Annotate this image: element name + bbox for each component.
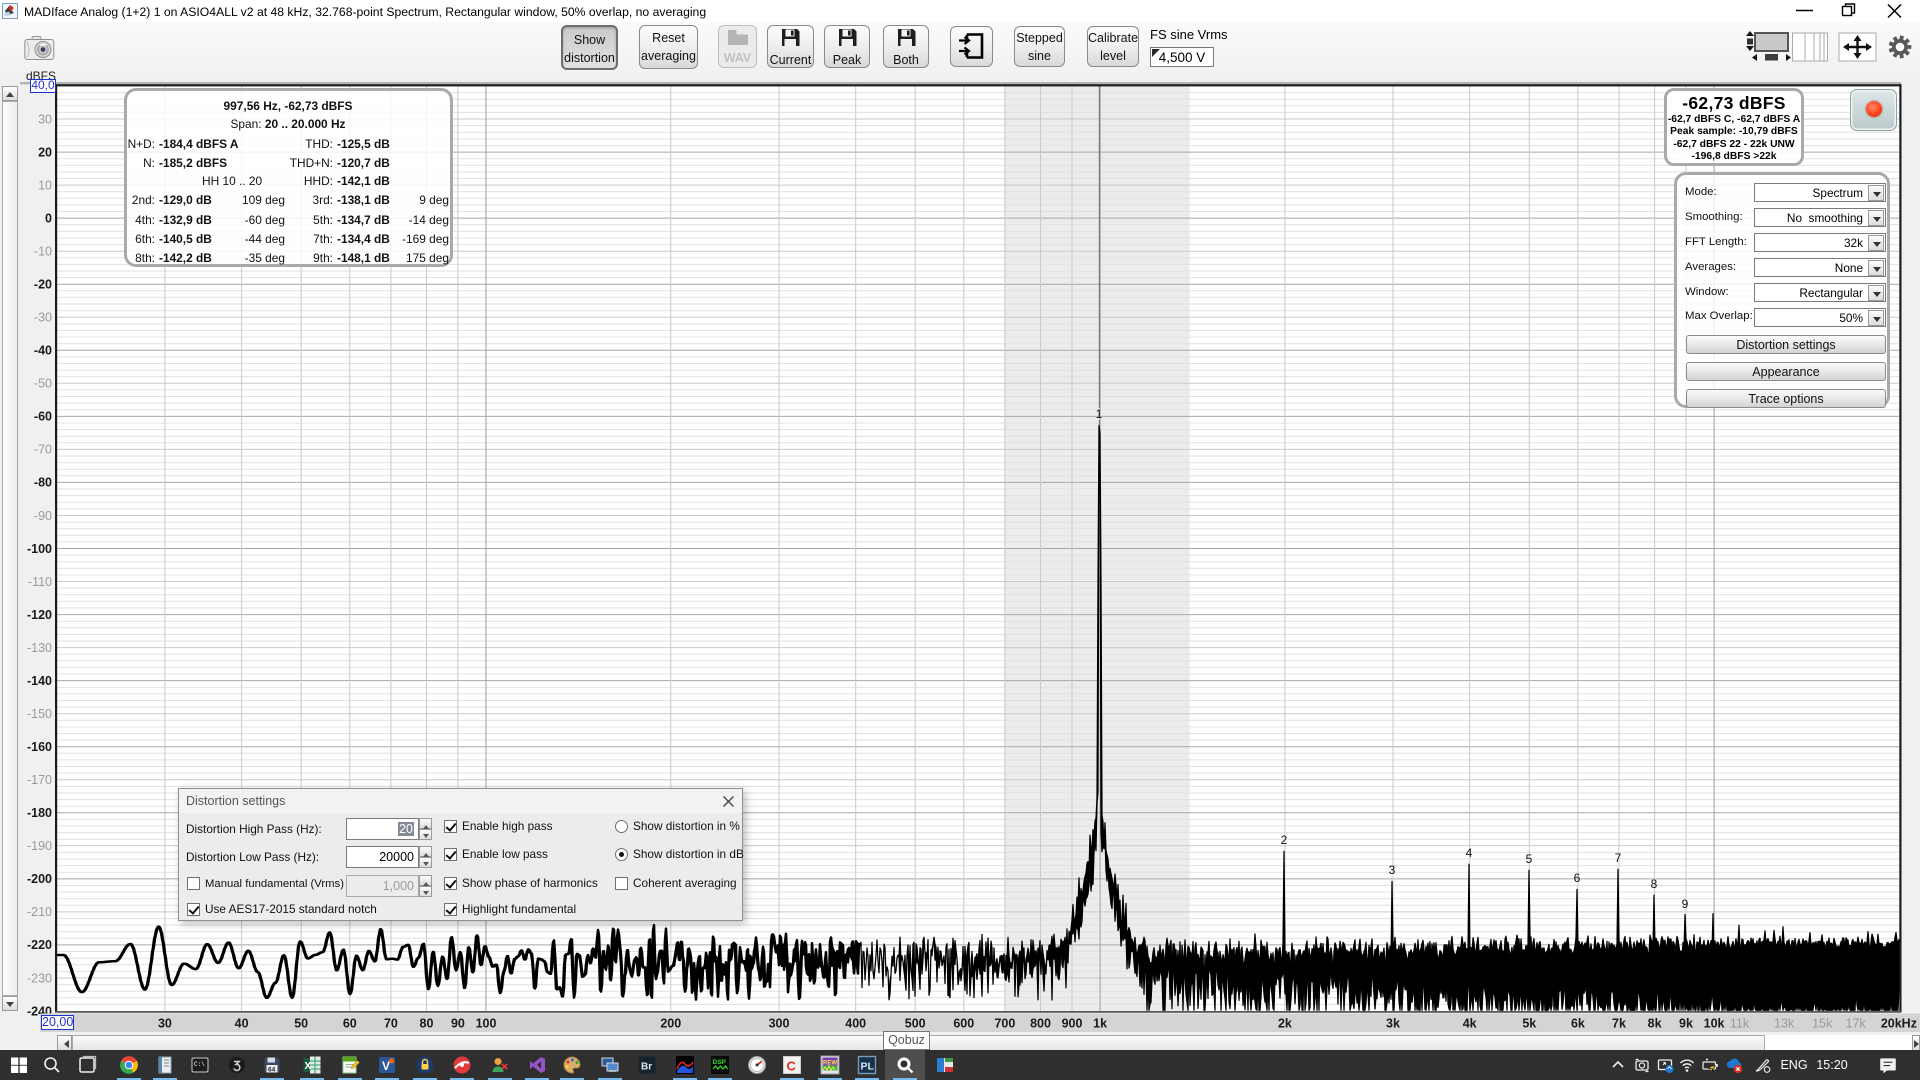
svg-text:9: 9 xyxy=(1682,897,1689,911)
svg-text:-210: -210 xyxy=(27,905,52,919)
svg-text:-190: -190 xyxy=(27,839,52,853)
svg-text:5k: 5k xyxy=(1522,1017,1536,1031)
svg-text:90: 90 xyxy=(451,1017,465,1031)
svg-text:8: 8 xyxy=(1651,877,1658,891)
svg-text:1k: 1k xyxy=(1093,1017,1107,1031)
svg-text:20kHz: 20kHz xyxy=(1881,1017,1917,1031)
svg-text:2: 2 xyxy=(1281,833,1288,847)
svg-text:-70: -70 xyxy=(34,443,52,457)
svg-text:5: 5 xyxy=(1526,852,1533,866)
svg-text:7: 7 xyxy=(1615,851,1622,865)
svg-text:50: 50 xyxy=(294,1017,308,1031)
svg-text:6: 6 xyxy=(1574,871,1581,885)
svg-text:C: C xyxy=(787,1059,797,1074)
svg-text:800: 800 xyxy=(1030,1017,1051,1031)
svg-text:30: 30 xyxy=(38,112,52,126)
svg-text:400: 400 xyxy=(845,1017,866,1031)
svg-text:-150: -150 xyxy=(27,707,52,721)
svg-text:-90: -90 xyxy=(34,509,52,523)
svg-text:PL: PL xyxy=(861,1061,875,1073)
svg-text:600: 600 xyxy=(953,1017,974,1031)
svg-text:60: 60 xyxy=(343,1017,357,1031)
svg-text:-230: -230 xyxy=(27,971,52,985)
svg-text:-120: -120 xyxy=(27,608,52,622)
svg-text:-140: -140 xyxy=(27,674,52,688)
svg-text:C:\: C:\ xyxy=(194,1061,205,1068)
svg-text:4k: 4k xyxy=(1463,1017,1477,1031)
svg-text:9k: 9k xyxy=(1679,1017,1693,1031)
svg-text:-100: -100 xyxy=(27,542,52,556)
svg-text:2k: 2k xyxy=(1278,1017,1292,1031)
svg-text:DSP: DSP xyxy=(713,1059,727,1066)
svg-text:11k: 11k xyxy=(1730,1017,1750,1031)
svg-text:0: 0 xyxy=(45,211,52,225)
svg-text:-30: -30 xyxy=(34,311,52,325)
svg-text:500: 500 xyxy=(905,1017,926,1031)
svg-text:X: X xyxy=(305,1061,312,1072)
svg-text:700: 700 xyxy=(994,1017,1015,1031)
svg-text:V: V xyxy=(382,1059,390,1073)
svg-text:3k: 3k xyxy=(1386,1017,1400,1031)
svg-text:4: 4 xyxy=(1466,846,1473,860)
svg-text:70: 70 xyxy=(384,1017,398,1031)
svg-text:-50: -50 xyxy=(34,377,52,391)
svg-text:10k: 10k xyxy=(1704,1017,1725,1031)
svg-text:-20: -20 xyxy=(34,278,52,292)
svg-text:-80: -80 xyxy=(34,476,52,490)
svg-text:8k: 8k xyxy=(1648,1017,1662,1031)
svg-text:13k: 13k xyxy=(1774,1017,1795,1031)
svg-text:900: 900 xyxy=(1062,1017,1083,1031)
svg-text:-200: -200 xyxy=(27,872,52,886)
svg-text:-160: -160 xyxy=(27,740,52,754)
svg-text:80: 80 xyxy=(420,1017,434,1031)
svg-text:-40: -40 xyxy=(34,344,52,358)
svg-text:20: 20 xyxy=(38,145,52,159)
svg-text:30: 30 xyxy=(158,1017,172,1031)
svg-text:10: 10 xyxy=(38,178,52,192)
svg-text:7k: 7k xyxy=(1612,1017,1626,1031)
svg-text:100: 100 xyxy=(476,1017,497,1031)
svg-text:300: 300 xyxy=(769,1017,790,1031)
svg-text:3: 3 xyxy=(1389,863,1396,877)
svg-text:15k: 15k xyxy=(1812,1017,1833,1031)
svg-text:1: 1 xyxy=(1096,407,1103,421)
svg-text:REW: REW xyxy=(823,1061,837,1067)
svg-text:-110: -110 xyxy=(28,575,52,589)
svg-text:-180: -180 xyxy=(27,806,52,820)
svg-text:40: 40 xyxy=(235,1017,249,1031)
svg-text:64: 64 xyxy=(268,1067,276,1074)
svg-text:6k: 6k xyxy=(1571,1017,1585,1031)
svg-text:-10: -10 xyxy=(34,245,52,259)
svg-text:Br: Br xyxy=(641,1062,652,1073)
svg-text:17k: 17k xyxy=(1846,1017,1867,1031)
svg-text:-130: -130 xyxy=(27,641,52,655)
svg-text:-220: -220 xyxy=(27,938,52,952)
svg-text:200: 200 xyxy=(660,1017,681,1031)
svg-text:-60: -60 xyxy=(34,410,52,424)
svg-text:-170: -170 xyxy=(27,773,52,787)
